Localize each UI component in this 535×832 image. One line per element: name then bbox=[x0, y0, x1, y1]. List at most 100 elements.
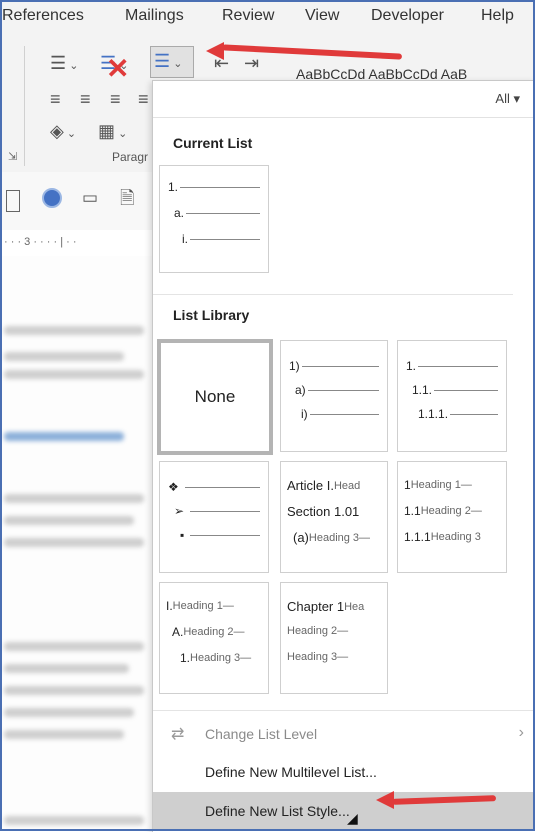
heading-label: Hea bbox=[344, 600, 365, 613]
ribbon-tab-bar: References Mailings Review View Develope… bbox=[0, 0, 535, 39]
list-level-2-label: a. bbox=[174, 206, 185, 220]
list-style-parenthesis[interactable]: 1) a) i) bbox=[280, 340, 388, 452]
define-new-multilevel-list-item[interactable]: Define New Multilevel List... bbox=[153, 755, 535, 789]
heading-label: Heading 3— bbox=[190, 652, 252, 664]
tab-view[interactable]: View bbox=[305, 7, 339, 25]
current-list-thumbnail[interactable]: 1. a. i. bbox=[159, 165, 269, 273]
subsection-label: (a) bbox=[293, 530, 309, 545]
red-arrow-head-top-icon bbox=[206, 42, 224, 60]
ruler-marks: · · · 3 · · · · | · · bbox=[4, 236, 77, 248]
borders-icon: ▦ bbox=[98, 121, 116, 141]
list-style-decimal[interactable]: 1. 1.1. 1.1.1. bbox=[397, 340, 507, 452]
red-arrow-head-bottom-icon bbox=[376, 791, 394, 809]
multilevel-list-gallery: All ▾ Current List 1. a. i. List Library… bbox=[152, 80, 535, 832]
list-library-heading: List Library bbox=[173, 307, 250, 323]
list-style-none[interactable]: None bbox=[157, 339, 273, 455]
multilevel-list-icon: ☰ bbox=[154, 51, 171, 71]
bullet-list-icon: ☰ bbox=[50, 53, 67, 73]
heading-label: Heading 2— bbox=[183, 626, 245, 638]
gallery-separator bbox=[153, 294, 513, 295]
define-list-style-label: Define New List Style... bbox=[205, 803, 350, 819]
heading-label: Heading 1— bbox=[172, 600, 234, 612]
define-multilevel-label: Define New Multilevel List... bbox=[205, 764, 377, 780]
ribbon-divider bbox=[24, 46, 25, 166]
chevron-right-icon: › bbox=[518, 724, 524, 741]
tab-developer[interactable]: Developer bbox=[371, 7, 444, 25]
tab-review[interactable]: Review bbox=[222, 7, 274, 25]
document-area bbox=[0, 256, 160, 831]
change-list-level-label: Change List Level bbox=[205, 726, 318, 742]
align-right-button[interactable]: ≡ bbox=[110, 90, 121, 108]
document-icon[interactable]: 🗎 bbox=[120, 186, 134, 216]
justify-icon: ≡ bbox=[138, 89, 149, 109]
list-level-1-label: 1. bbox=[168, 180, 179, 194]
align-center-button[interactable]: ≡ bbox=[80, 90, 91, 108]
list-level-3-label: 1.1.1. bbox=[418, 407, 449, 421]
chapter-label: Chapter 1 bbox=[287, 599, 345, 614]
increase-indent-icon: ⇥ bbox=[244, 53, 260, 73]
align-right-icon: ≡ bbox=[110, 89, 121, 109]
change-list-level-item[interactable]: ⇄ Change List Level › bbox=[153, 717, 535, 751]
heading-label: Heading 3— bbox=[287, 651, 349, 663]
heading-label: Heading 2— bbox=[420, 505, 482, 517]
tab-mailings[interactable]: Mailings bbox=[125, 7, 184, 25]
page-icon[interactable] bbox=[6, 190, 20, 212]
bullet-square-icon: ▪ bbox=[180, 528, 185, 542]
paint-bucket-icon: ◈ bbox=[50, 121, 64, 141]
change-level-icon: ⇄ bbox=[171, 726, 185, 743]
bullets-button[interactable]: ☰ ⌄ bbox=[50, 54, 78, 75]
list-level-1-label: 1) bbox=[289, 359, 300, 373]
list-level-2-label: A. bbox=[172, 625, 184, 639]
list-style-heading-numbered[interactable]: 1 Heading 1— 1.1 Heading 2— 1.1.1 Heading 3 bbox=[397, 461, 507, 573]
bullet-arrow-icon: ➢ bbox=[174, 504, 185, 518]
chevron-down-icon: ⌄ bbox=[63, 128, 77, 140]
tab-help[interactable]: Help bbox=[481, 7, 514, 25]
tab-references[interactable]: References bbox=[2, 7, 84, 25]
chevron-down-icon: ⌄ bbox=[66, 60, 79, 72]
bullet-diamond-icon: ❖ bbox=[168, 480, 179, 494]
borders-button[interactable]: ▦ ⌄ bbox=[98, 122, 127, 143]
all-filter-dropdown[interactable]: All ▾ bbox=[495, 91, 520, 107]
increase-indent-button[interactable]: ⇥ bbox=[244, 54, 259, 72]
list-level-2-label: 1.1 bbox=[404, 504, 421, 518]
align-center-icon: ≡ bbox=[80, 89, 91, 109]
section-label: Section 1.01 bbox=[287, 504, 360, 519]
heading-label: Heading 2— bbox=[287, 625, 349, 637]
text-box-icon[interactable]: ▭ bbox=[82, 188, 98, 208]
list-level-3-label: 1.1.1 bbox=[404, 530, 431, 544]
gallery-header: All ▾ bbox=[153, 81, 535, 118]
list-level-1-label: 1 bbox=[404, 478, 411, 492]
heading-label: Heading 3— bbox=[308, 531, 371, 544]
paragraph-group-label: Paragr bbox=[112, 150, 149, 164]
list-style-article-section[interactable]: Article I. Head Section 1.01 (a) Heading 3… bbox=[280, 461, 388, 573]
list-style-chapter-heading[interactable]: Chapter 1 Hea Heading 2— Heading 3— bbox=[280, 582, 388, 694]
list-level-3-label: i) bbox=[301, 407, 308, 421]
align-left-button[interactable]: ≡ bbox=[50, 90, 61, 108]
circle-shape-icon[interactable] bbox=[42, 188, 62, 208]
multilevel-list-button[interactable]: ☰ ⌄ bbox=[150, 46, 194, 78]
dialog-launcher-icon[interactable]: ⇲ bbox=[8, 150, 17, 163]
secondary-toolbar: ▭ 🗎 bbox=[0, 172, 160, 231]
list-level-2-label: 1.1. bbox=[412, 383, 433, 397]
shading-button[interactable]: ◈ ⌄ bbox=[50, 122, 76, 143]
align-left-icon: ≡ bbox=[50, 89, 61, 109]
ruler: · · · 3 · · · · | · · bbox=[0, 230, 160, 257]
chevron-down-icon: ⌄ bbox=[170, 58, 183, 70]
current-list-heading: Current List bbox=[173, 135, 253, 151]
list-style-bullets[interactable]: ❖ ➢ ▪ bbox=[159, 461, 269, 573]
article-label: Article I. bbox=[287, 478, 334, 493]
justify-button[interactable]: ≡ bbox=[138, 90, 149, 108]
menu-separator bbox=[153, 710, 535, 711]
list-style-roman-heading[interactable]: I. Heading 1— A. Heading 2— 1. Heading 3— bbox=[159, 582, 269, 694]
heading-label: Heading 1— bbox=[410, 479, 472, 491]
list-level-1-label: 1. bbox=[406, 359, 417, 373]
mouse-cursor-icon: ◢ bbox=[347, 810, 358, 826]
heading-label: Heading 3 bbox=[430, 531, 481, 543]
list-level-3-label: 1. bbox=[180, 651, 191, 665]
list-level-2-label: a) bbox=[295, 383, 306, 397]
list-level-1-label: I. bbox=[166, 599, 173, 613]
chevron-down-icon: ⌄ bbox=[115, 128, 128, 140]
red-x-mark-icon: ✕ bbox=[106, 53, 130, 84]
heading-label: Head bbox=[333, 479, 361, 492]
none-label: None bbox=[194, 387, 236, 406]
